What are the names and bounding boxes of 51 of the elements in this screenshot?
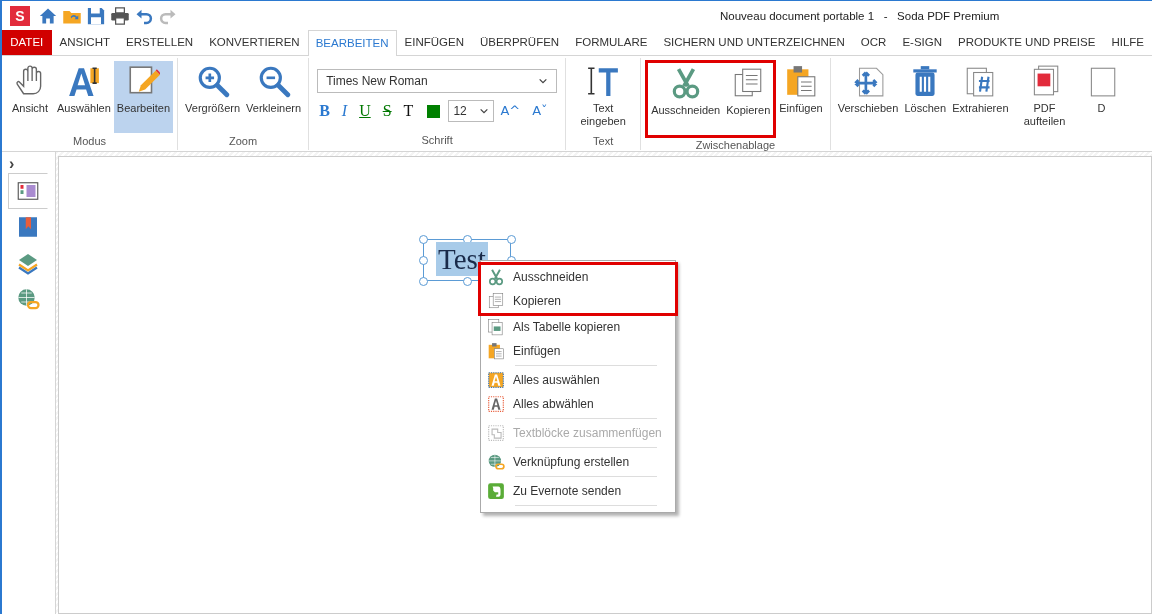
menu-item[interactable]: Einfügen (481, 339, 675, 363)
font-dropdown[interactable]: Times New Roman (317, 69, 558, 93)
ribbon-button[interactable]: Auswählen (54, 61, 114, 133)
ribbon-button[interactable]: Ausschneiden (648, 63, 724, 135)
ribbon-button[interactable]: Verkleinern (243, 61, 305, 133)
ribbon-button[interactable]: Einfügen (776, 61, 826, 133)
menu-item[interactable]: Als Tabelle kopieren (481, 315, 675, 339)
format-button[interactable]: U (353, 99, 377, 123)
ribbon-tab[interactable]: FORMULARE (567, 30, 656, 55)
ribbon-button[interactable]: Extrahieren (949, 61, 1012, 133)
ribbon-button[interactable]: Bearbeiten (113, 61, 174, 133)
ribbon-tab[interactable]: HILFE (1103, 30, 1152, 55)
format-button[interactable]: I (335, 99, 354, 123)
format-button[interactable]: B (313, 99, 336, 123)
grow-font-button[interactable]: A^ (494, 101, 527, 121)
ribbon-tab[interactable]: ÜBERPRÜFEN (471, 30, 568, 55)
ribbon-button[interactable]: Verschieben (834, 61, 902, 133)
ribbon-tab[interactable]: E-SIGN (894, 30, 950, 55)
ribbon-button[interactable]: Ansicht (6, 61, 54, 133)
font-size-dropdown[interactable]: 12 (448, 100, 495, 122)
menu-item[interactable]: Alles auswählen (481, 368, 675, 392)
ribbon-tab[interactable]: SICHERN UND UNTERZEICHNEN (655, 30, 853, 55)
group-label: Schrift (420, 132, 454, 148)
group-label: Zwischenablage (694, 138, 777, 151)
ribbon-tab[interactable]: PRODUKTE UND PREISE (950, 30, 1104, 55)
ribbon-button[interactable]: PDF aufteilen (1011, 61, 1078, 133)
ribbon-tab[interactable]: OCR (852, 30, 895, 55)
expand-panel-button[interactable]: › (8, 155, 22, 173)
group-label: Modus (72, 134, 108, 149)
ribbon-button[interactable]: Text eingeben (570, 61, 637, 133)
ribbon-button[interactable]: Vergrößern (182, 61, 244, 133)
app-logo[interactable]: S (10, 6, 30, 26)
menu-item[interactable]: Alles abwählen (481, 392, 675, 416)
file-menu-button[interactable]: DATEI (2, 30, 52, 55)
ribbon-tab[interactable]: BEARBEITEN (307, 30, 397, 56)
ribbon-button[interactable]: D (1077, 61, 1126, 133)
menu-item[interactable]: Verknüpfung erstellen (481, 450, 675, 474)
ribbon-tab[interactable]: ANSICHT (51, 30, 118, 55)
ribbon-tab[interactable]: KONVERTIEREN (201, 30, 308, 55)
group-label: Text (592, 134, 615, 149)
format-button[interactable]: S (376, 99, 398, 123)
format-button[interactable]: T (397, 99, 420, 123)
menu-item[interactable]: Zu Evernote senden (481, 479, 675, 503)
shrink-font-button[interactable]: Aˇ (526, 101, 554, 121)
ribbon-tab[interactable]: EINFÜGEN (396, 30, 472, 55)
menu-item[interactable]: Kopieren (481, 289, 675, 313)
ribbon-button[interactable]: Löschen (901, 61, 950, 133)
ribbon-button[interactable]: Kopieren (723, 63, 774, 135)
ribbon-tab[interactable]: ERSTELLEN (118, 30, 202, 55)
group-label: Zoom (228, 134, 259, 149)
window-title: Nouveau document portable 1 - Soda PDF Premium (720, 9, 1000, 24)
